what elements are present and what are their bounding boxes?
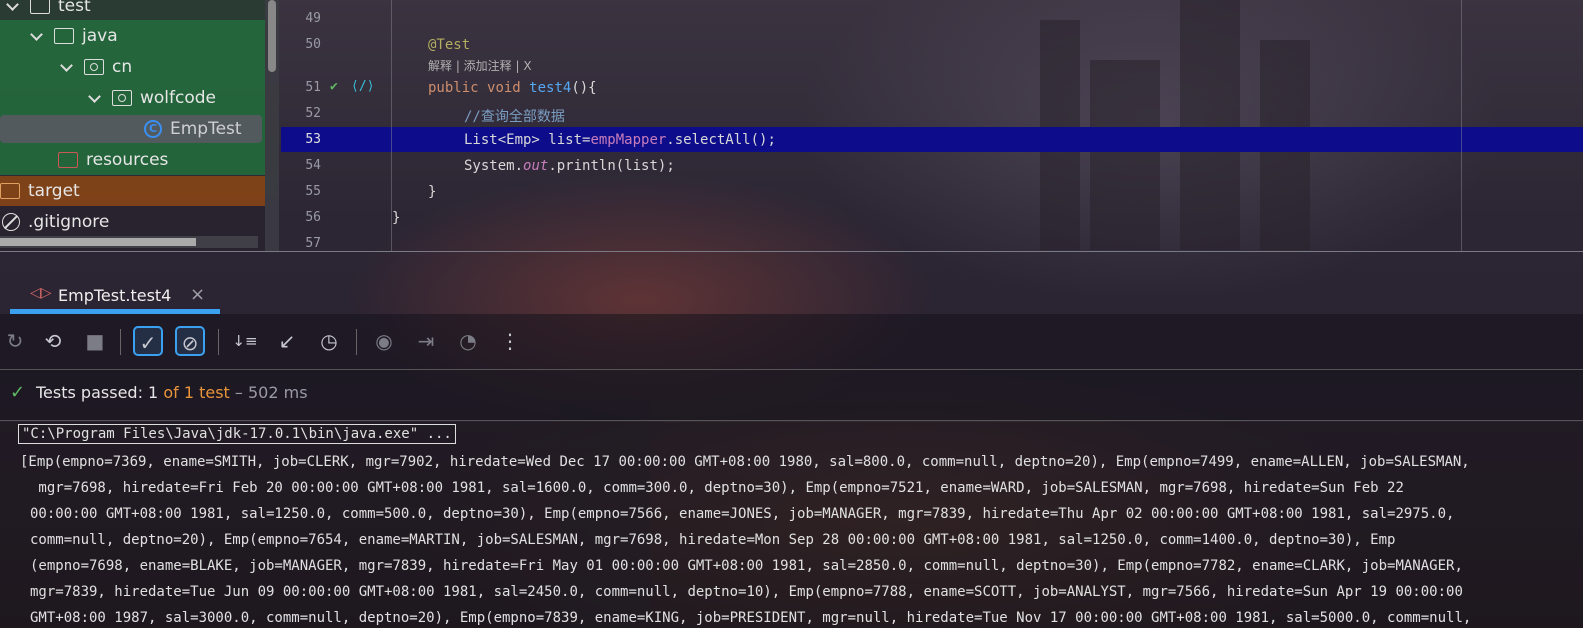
- tree-vertical-scrollbar[interactable]: [265, 0, 279, 251]
- tree-item-label: target: [28, 181, 80, 201]
- sort-icon[interactable]: ↓≡: [230, 326, 260, 356]
- chevron-down-icon: [30, 29, 44, 43]
- console-line: mgr=7698, hiredate=Fri Feb 20 00:00:00 G…: [30, 480, 1404, 496]
- line-number: 50: [305, 37, 321, 52]
- collapse-all-icon[interactable]: ↙: [272, 326, 302, 356]
- tree-item-test[interactable]: test: [6, 0, 91, 20]
- line-number: 53: [305, 132, 321, 147]
- line-number: 57: [305, 236, 321, 251]
- test-run-icon: ◁▷: [30, 285, 52, 301]
- tree-horizontal-scrollbar[interactable]: [0, 236, 258, 248]
- field-emp-mapper: empMapper: [590, 132, 667, 148]
- tree-item-label: EmpTest: [170, 119, 242, 139]
- package-icon: [84, 59, 104, 75]
- keyword-void: void: [487, 80, 521, 96]
- line-number: 52: [305, 106, 321, 121]
- rerun-failed-icon[interactable]: ⟲: [38, 326, 68, 356]
- show-ignored-toggle[interactable]: ⊘: [175, 326, 205, 356]
- chevron-down-icon: [88, 91, 102, 105]
- duration: – 502 ms: [229, 383, 308, 402]
- ai-inlay-hint[interactable]: 解释 | 添加注释 | X: [428, 57, 532, 74]
- tree-item-wolfcode[interactable]: wolfcode: [88, 84, 216, 112]
- tab-label: EmpTest.test4: [58, 286, 172, 305]
- line-number: 54: [305, 158, 321, 173]
- tree-item-gitignore[interactable]: .gitignore: [2, 208, 109, 236]
- screenshot-icon[interactable]: ◉: [369, 326, 399, 356]
- line-number: 49: [305, 11, 321, 26]
- tree-item-target[interactable]: target: [0, 177, 80, 205]
- line-number: 56: [305, 210, 321, 225]
- console-line: comm=null, deptno=20), Emp(empno=7654, e…: [30, 532, 1396, 548]
- line-number: 55: [305, 184, 321, 199]
- chevron-down-icon: [6, 0, 20, 13]
- folder-icon: [54, 28, 74, 44]
- total-count: of 1 test: [163, 383, 230, 402]
- check-icon: ✓: [10, 382, 26, 403]
- close-icon[interactable]: ×: [190, 284, 205, 305]
- console-line: [Emp(empno=7369, ename=SMITH, job=CLERK,…: [20, 454, 1470, 470]
- test-class-icon: C: [144, 120, 162, 138]
- tree-item-label: test: [58, 0, 91, 16]
- folder-icon: [0, 183, 20, 199]
- console-line: GMT+08:00 1987, sal=3000.0, comm=null, d…: [30, 610, 1472, 626]
- run-tool-window-tabs: ◁▷ EmpTest.test4 ×: [0, 252, 1583, 314]
- run-test-icon[interactable]: ✔: [330, 79, 338, 94]
- tree-item-cn[interactable]: cn: [60, 53, 132, 81]
- ignore-file-icon: [2, 213, 20, 231]
- tree-item-resources[interactable]: resources: [58, 146, 168, 174]
- method-name: test4: [529, 80, 572, 96]
- method-signature: public void test4(){: [428, 80, 597, 96]
- tree-item-label: java: [82, 26, 118, 46]
- line-number: 51: [305, 80, 321, 95]
- stop-icon[interactable]: ■: [80, 326, 110, 356]
- tab-emptest-test4[interactable]: ◁▷ EmpTest.test4 ×: [10, 265, 220, 314]
- stmt-part: List<Emp> list=: [464, 132, 591, 148]
- console-line: 00:00:00 GMT+08:00 1981, sal=1250.0, com…: [30, 506, 1455, 522]
- package-icon: [112, 90, 132, 106]
- console-output[interactable]: "C:\Program Files\Java\jdk-17.0.1\bin\ja…: [0, 422, 1583, 628]
- tree-item-label: .gitignore: [28, 212, 110, 232]
- console-line: mgr=7839, hiredate=Tue Jun 09 00:00:00 G…: [30, 584, 1463, 600]
- static-field-out: out: [523, 158, 549, 174]
- test-status-bar: ✓ Tests passed: 1 of 1 test – 502 ms: [0, 369, 1583, 421]
- class-close-brace: }: [392, 210, 401, 226]
- code-editor[interactable]: 49 50 51 52 53 54 55 56 57 ✔ ⟨/⟩ @Test 解…: [281, 0, 1583, 251]
- stmt-part: .println(list);: [548, 158, 675, 174]
- method-close-brace: }: [428, 184, 437, 200]
- tree-item-label: cn: [112, 57, 133, 77]
- import-tests-icon[interactable]: ⇥: [411, 326, 441, 356]
- profiler-icon[interactable]: ◔: [453, 326, 483, 356]
- statement-select-all: List<Emp> list=empMapper.selectAll();: [464, 132, 776, 148]
- folder-icon: [30, 0, 50, 14]
- test-summary: Tests passed: 1 of 1 test – 502 ms: [36, 383, 308, 402]
- stmt-part: .selectAll();: [666, 132, 776, 148]
- java-command-line[interactable]: "C:\Program Files\Java\jdk-17.0.1\bin\ja…: [18, 424, 456, 444]
- tree-item-java[interactable]: java: [30, 22, 118, 50]
- rerun-icon[interactable]: ↻: [0, 326, 30, 356]
- tree-item-label: wolfcode: [140, 88, 217, 108]
- run-toolbar: ↻ ⟲ ■ ✓ ⊘ ↓≡ ↙ ◷ ◉ ⇥ ◔ ⋮: [0, 314, 1583, 369]
- passed-count: 1: [148, 383, 159, 402]
- resources-folder-icon: [58, 152, 78, 168]
- stmt-part: System.: [464, 158, 524, 174]
- project-tree: test java cn wolfcode C EmpTest resource…: [0, 0, 280, 251]
- summary-prefix: Tests passed:: [36, 383, 149, 402]
- test-history-icon[interactable]: ◷: [314, 326, 344, 356]
- console-line: (empno=7698, ename=BLAKE, job=MANAGER, m…: [30, 558, 1463, 574]
- test-annotation: @Test: [428, 37, 471, 53]
- tree-item-label: resources: [86, 150, 169, 170]
- statement-println: System.out.println(list);: [464, 158, 675, 174]
- code-comment: //查询全部数据: [464, 109, 565, 125]
- show-passed-toggle[interactable]: ✓: [133, 326, 163, 356]
- chevron-down-icon: [60, 60, 74, 74]
- method-paren: (){: [571, 80, 597, 96]
- navigate-mapper-icon[interactable]: ⟨/⟩: [351, 79, 374, 94]
- tree-item-emptest[interactable]: C EmpTest: [0, 115, 262, 143]
- more-options-icon[interactable]: ⋮: [495, 326, 525, 356]
- keyword-public: public: [428, 80, 479, 96]
